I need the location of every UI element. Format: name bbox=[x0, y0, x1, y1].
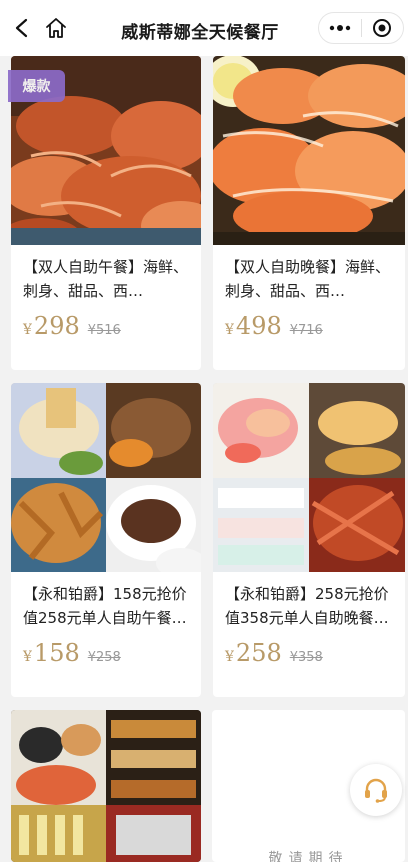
product-name: 【双人自助晚餐】海鲜、刺身、甜品、西… bbox=[225, 258, 391, 300]
product-photo-salmon bbox=[213, 56, 405, 245]
product-photo-lunch-collage bbox=[11, 383, 201, 572]
currency-symbol: ¥ bbox=[225, 649, 234, 665]
navigation-bar: 威斯蒂娜全天候餐厅 bbox=[0, 0, 408, 56]
more-dots-icon bbox=[329, 25, 350, 31]
price-row: ¥ 258 ¥358 bbox=[225, 639, 323, 669]
product-name: 【永和铂爵】158元抢价值258元单人自助午餐… bbox=[23, 585, 187, 627]
home-icon bbox=[46, 18, 66, 38]
currency-symbol: ¥ bbox=[23, 649, 32, 665]
original-price: ¥258 bbox=[87, 650, 121, 665]
more-button[interactable] bbox=[319, 13, 361, 43]
sale-price: 498 bbox=[235, 312, 282, 340]
miniprogram-close-icon bbox=[373, 19, 392, 37]
home-button[interactable] bbox=[42, 14, 70, 42]
currency-symbol: ¥ bbox=[225, 322, 234, 338]
customer-service-button[interactable] bbox=[350, 764, 402, 816]
original-price: ¥716 bbox=[289, 323, 323, 338]
original-price: ¥516 bbox=[87, 323, 121, 338]
price-row: ¥ 298 ¥516 bbox=[23, 312, 121, 342]
product-photo-buffet-collage bbox=[11, 710, 201, 862]
product-card[interactable]: 【永和铂爵】158元抢价值258元单人自助午餐… ¥ 158 ¥258 bbox=[11, 383, 201, 697]
price-row: ¥ 498 ¥716 bbox=[225, 312, 323, 342]
product-card[interactable] bbox=[11, 710, 201, 862]
product-card[interactable]: 【永和铂爵】258元抢价值358元单人自助晚餐… ¥ 258 ¥358 bbox=[213, 383, 405, 697]
page-title: 威斯蒂娜全天候餐厅 bbox=[121, 23, 279, 43]
product-photo-dinner-collage bbox=[213, 383, 405, 572]
product-name: 【永和铂爵】258元抢价值358元单人自助晚餐… bbox=[225, 585, 389, 627]
hot-badge: 爆款 bbox=[8, 70, 65, 102]
miniprogram-capsule bbox=[318, 12, 404, 44]
original-price: ¥358 bbox=[289, 650, 323, 665]
chevron-left-icon bbox=[15, 18, 28, 38]
close-miniprogram-button[interactable] bbox=[361, 13, 403, 43]
sale-price: 158 bbox=[33, 639, 80, 667]
sale-price: 258 bbox=[235, 639, 282, 667]
product-card[interactable]: 【双人自助午餐】海鲜、刺身、甜品、西… ¥ 298 ¥516 bbox=[11, 56, 201, 370]
sale-price: 298 bbox=[33, 312, 80, 340]
product-name: 【双人自助午餐】海鲜、刺身、甜品、西… bbox=[23, 258, 189, 300]
coming-soon-text: 敬请期待 bbox=[268, 851, 349, 862]
currency-symbol: ¥ bbox=[23, 322, 32, 338]
product-card[interactable]: 【双人自助晚餐】海鲜、刺身、甜品、西… ¥ 498 ¥716 bbox=[213, 56, 405, 370]
headset-icon bbox=[365, 778, 387, 803]
price-row: ¥ 158 ¥258 bbox=[23, 639, 121, 669]
back-button[interactable] bbox=[8, 14, 36, 42]
